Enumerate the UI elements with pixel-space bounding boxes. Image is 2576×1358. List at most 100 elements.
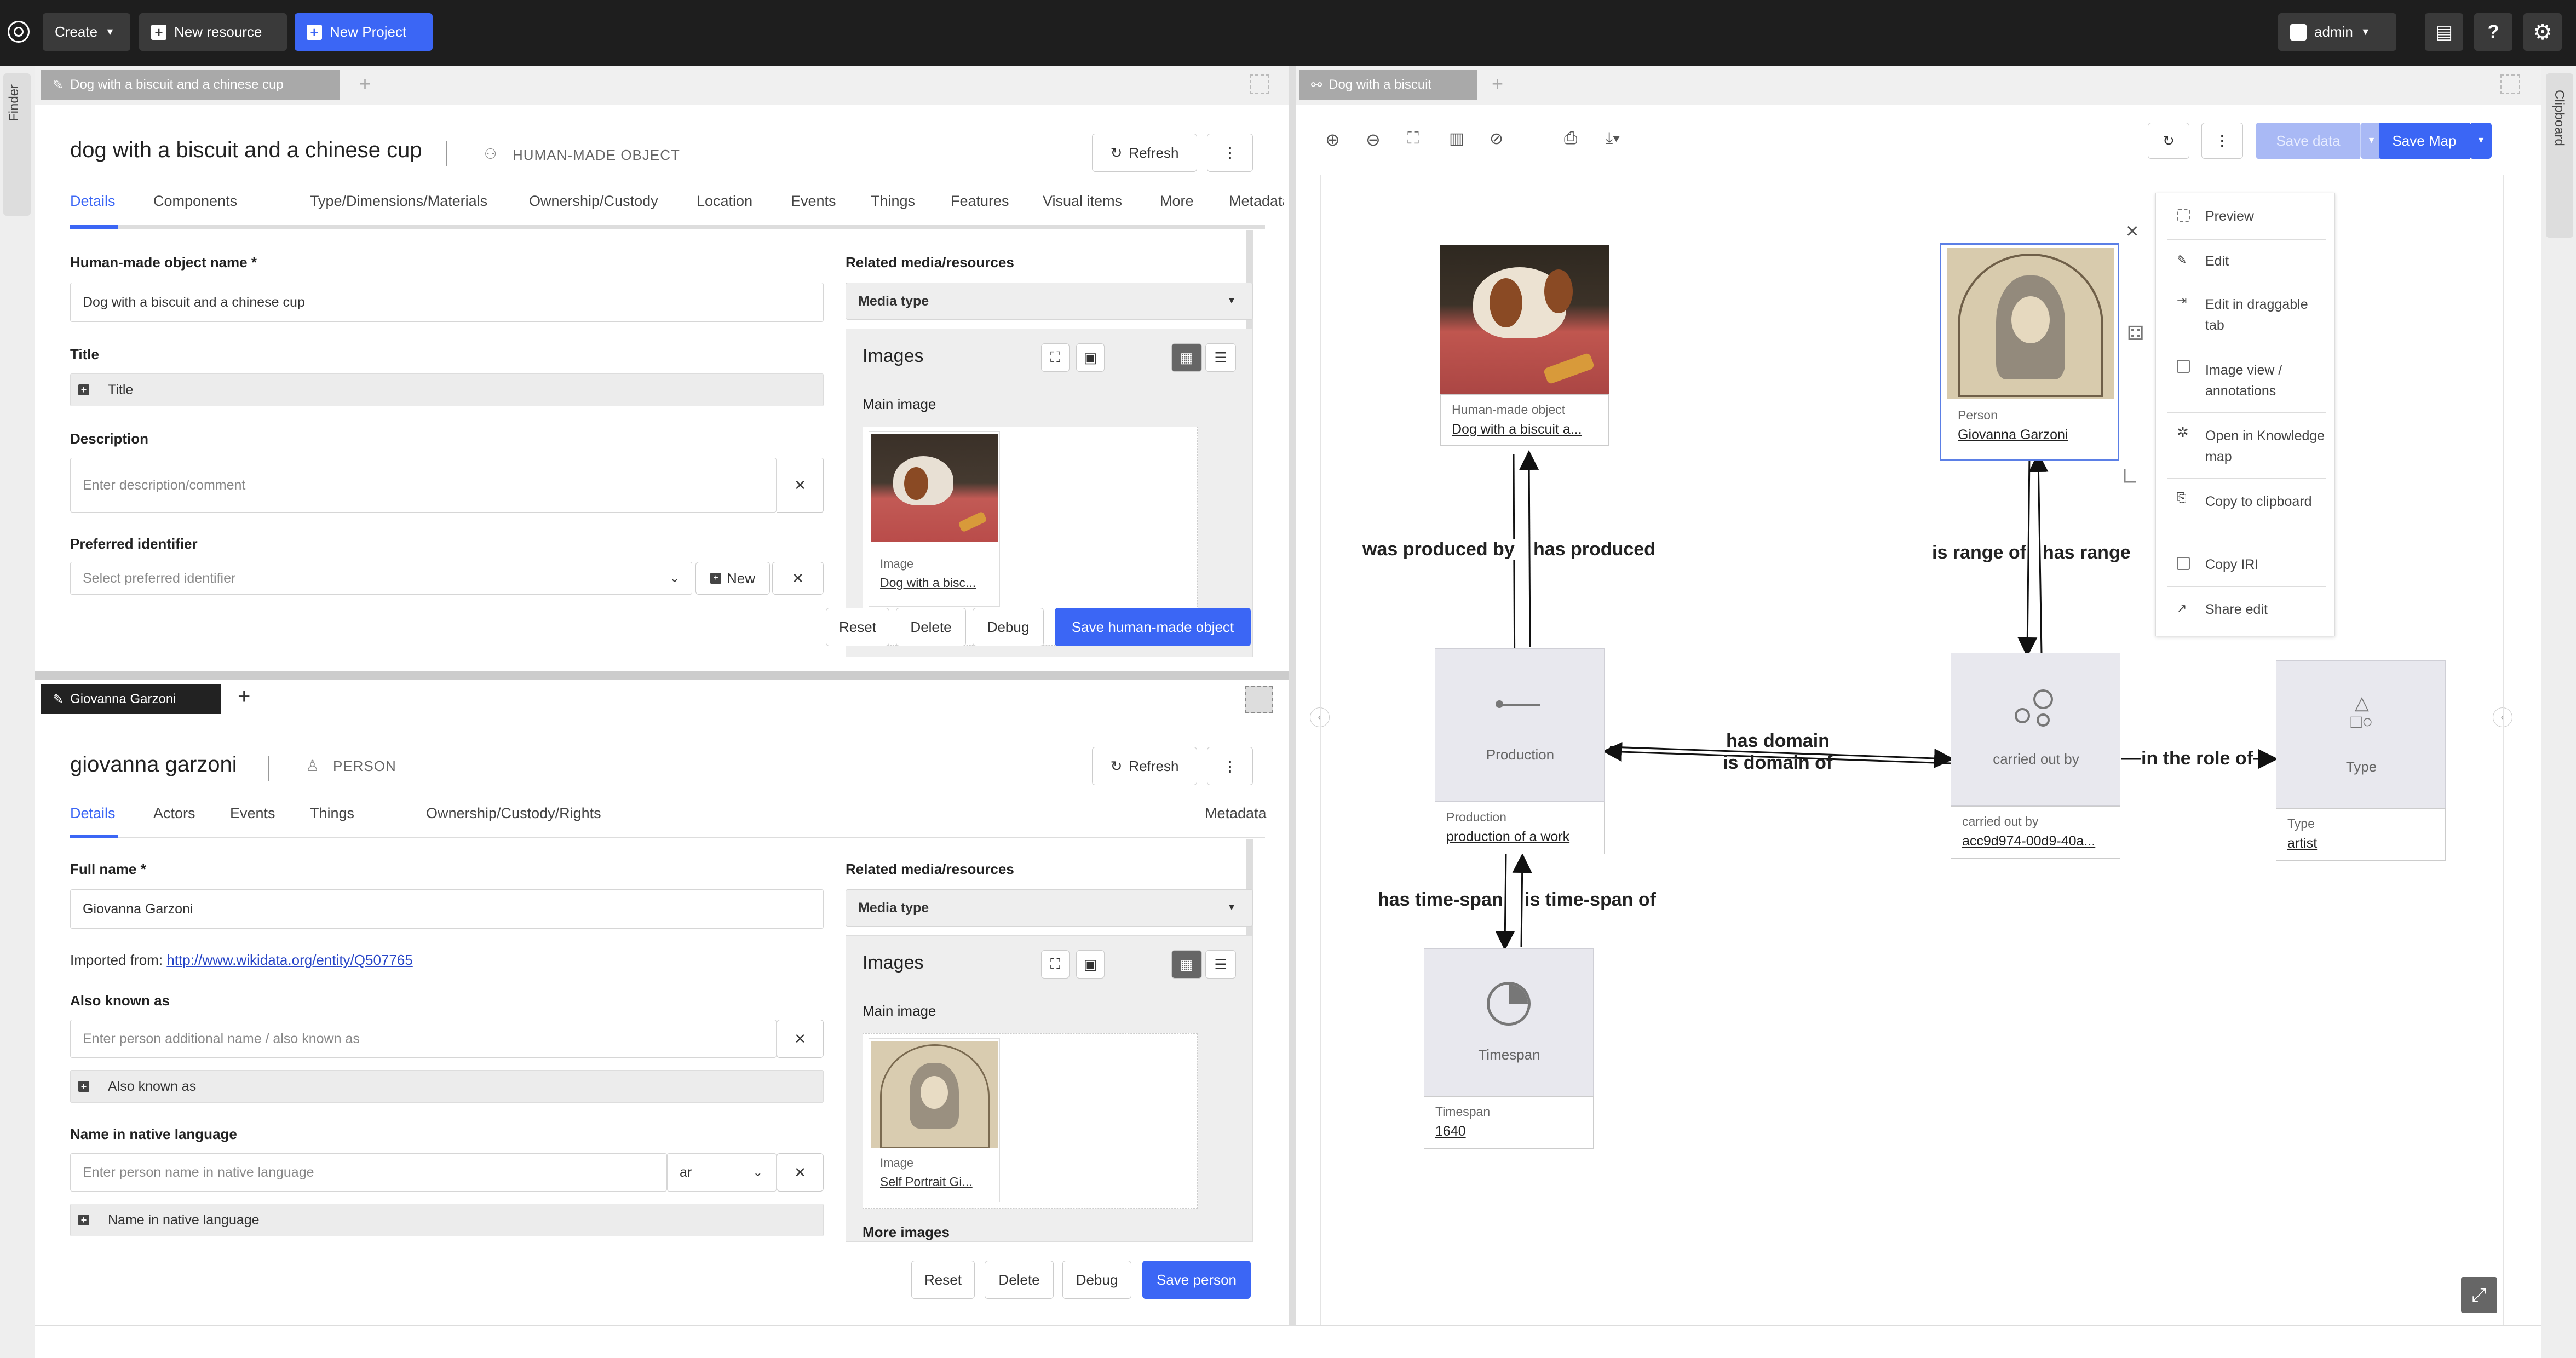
menu-item-knowledge-map[interactable]: ✲ Open in Knowledge map [2156, 416, 2334, 470]
maximize-icon[interactable] [1245, 686, 1273, 713]
maximize-icon[interactable] [1250, 74, 1269, 94]
new-identifier-button[interactable]: + New [695, 562, 770, 595]
description-input[interactable]: Enter description/comment [70, 458, 777, 513]
tab-details[interactable]: Details [70, 805, 116, 822]
grid-view-icon[interactable]: ▦ [1171, 343, 1202, 372]
menu-item-share-edit[interactable]: ↗ Share edit [2156, 590, 2334, 628]
image-card[interactable]: Image Self Portrait Gi... [869, 1038, 1000, 1202]
close-node-icon[interactable]: × [2126, 219, 2138, 244]
clear-description-icon[interactable]: × [777, 458, 824, 513]
finder-sidebar[interactable]: Finder [0, 66, 35, 1358]
add-native-button[interactable]: + Name in native language [70, 1204, 824, 1236]
menu-item-edit[interactable]: ✎ Edit [2156, 243, 2334, 281]
save-object-button[interactable]: Save human-made object [1055, 608, 1251, 646]
clipboard-sidebar[interactable]: Clipboard [2541, 66, 2576, 1358]
node-carried-out-by[interactable]: carried out by carried out by acc9d974-00… [1951, 653, 2120, 859]
save-person-button[interactable]: Save person [1142, 1261, 1251, 1299]
media-type-select[interactable]: Media type ▼ [846, 283, 1253, 320]
tab-components[interactable]: Components [153, 193, 237, 210]
tab-visual-items[interactable]: Visual items [1043, 193, 1122, 210]
new-project-button[interactable]: + New Project [295, 13, 433, 51]
node-name[interactable]: production of a work [1446, 829, 1593, 845]
help-icon[interactable]: ? [2474, 13, 2512, 51]
finder-tab[interactable]: Finder [3, 73, 31, 216]
debug-button[interactable]: Debug [1062, 1261, 1131, 1299]
tab-type-dimensions[interactable]: Type/Dimensions/Materials [310, 193, 487, 210]
tab-dog-object[interactable]: ✎ Dog with a biscuit and a chinese cup [41, 70, 340, 100]
create-button[interactable]: Create ▼ [43, 13, 130, 51]
menu-item-draggable[interactable]: ⇥ Edit in draggable tab [2156, 284, 2334, 339]
image-icon[interactable]: ▣ [1076, 343, 1105, 372]
settings-gear-icon[interactable]: ⚙ [2523, 13, 2562, 51]
clear-native-icon[interactable]: × [777, 1153, 824, 1192]
tab-things[interactable]: Things [310, 805, 354, 822]
menu-item-copy-clipboard[interactable]: ⎘ Copy to clipboard [2156, 481, 2334, 536]
node-type[interactable]: △ □○ Type Type artist [2276, 660, 2446, 866]
image-name[interactable]: Self Portrait Gi... [880, 1175, 973, 1189]
add-title-button[interactable]: + Title [70, 373, 824, 406]
node-name[interactable]: Dog with a biscuit a... [1452, 422, 1597, 438]
new-resource-button[interactable]: + New resource [139, 13, 287, 51]
add-aka-button[interactable]: + Also known as [70, 1070, 824, 1103]
image-card[interactable]: Image Dog with a bisc... [869, 431, 1000, 607]
tab-more[interactable]: More [1160, 193, 1194, 210]
grid-view-icon[interactable]: ▦ [1171, 950, 1202, 979]
node-name[interactable]: Giovanna Garzoni [1958, 427, 2103, 443]
delete-button[interactable]: Delete [896, 608, 966, 646]
add-tab-icon[interactable]: + [359, 72, 371, 95]
native-name-input[interactable]: Enter person name in native language [70, 1153, 667, 1192]
identifier-select[interactable]: Select preferred identifier ⌄ [70, 562, 692, 595]
clear-identifier-icon[interactable]: × [772, 562, 824, 595]
node-name[interactable]: acc9d974-00d9-40a... [1962, 833, 2109, 849]
node-production[interactable]: Production Production production of a wor… [1435, 648, 1605, 854]
node-person[interactable]: Person Giovanna Garzoni [1940, 243, 2119, 461]
clipboard-tab[interactable]: Clipboard [2546, 73, 2573, 238]
image-name[interactable]: Dog with a bisc... [880, 576, 976, 590]
tab-metadata[interactable]: Metadata [1229, 193, 1284, 210]
panel-splitter[interactable] [35, 671, 1289, 680]
menu-item-preview[interactable]: Preview [2156, 193, 2334, 237]
name-input[interactable]: Dog with a biscuit and a chinese cup [70, 283, 824, 322]
tab-ownership[interactable]: Ownership/Custody [529, 193, 658, 210]
tab-events[interactable]: Events [230, 805, 275, 822]
clear-aka-icon[interactable]: × [777, 1020, 824, 1058]
tab-things[interactable]: Things [871, 193, 915, 210]
tab-actors[interactable]: Actors [153, 805, 196, 822]
app-logo-icon[interactable] [8, 21, 30, 43]
user-menu-button[interactable]: admin ▼ [2278, 13, 2396, 51]
image-icon[interactable]: ▣ [1076, 950, 1105, 979]
tab-events[interactable]: Events [791, 193, 836, 210]
node-human-made-object[interactable]: Human-made object Dog with a biscuit a... [1440, 245, 1609, 516]
vertical-splitter[interactable] [1289, 66, 1296, 1325]
node-name[interactable]: artist [2287, 836, 2434, 851]
menu-item-copy-iri[interactable]: Copy IRI [2156, 544, 2334, 582]
reset-button[interactable]: Reset [826, 608, 889, 646]
tab-metadata[interactable]: Metadata [1205, 805, 1267, 822]
tab-location[interactable]: Location [697, 193, 752, 210]
more-options-icon[interactable]: ⋮ [1207, 134, 1253, 172]
chat-icon[interactable]: ▤ [2425, 13, 2463, 51]
expand-icon[interactable]: ⤢ [2461, 1277, 2497, 1313]
tab-giovanna[interactable]: ✎ Giovanna Garzoni [41, 684, 221, 714]
node-timespan[interactable]: Timespan Timespan 1640 [1424, 948, 1594, 1154]
delete-button[interactable]: Delete [985, 1261, 1054, 1299]
refresh-button[interactable]: ↻ Refresh [1092, 134, 1197, 172]
aka-input[interactable]: Enter person additional name / also know… [70, 1020, 777, 1058]
debug-button[interactable]: Debug [973, 608, 1044, 646]
refresh-button[interactable]: ↻ Refresh [1092, 747, 1197, 785]
full-name-input[interactable]: Giovanna Garzoni [70, 889, 824, 929]
menu-item-image-view[interactable]: Image view / annotations [2156, 350, 2334, 405]
media-type-select[interactable]: Media type ▼ [846, 889, 1253, 927]
tab-details[interactable]: Details [70, 193, 116, 210]
add-tab-icon[interactable]: + [238, 684, 250, 709]
tab-ownership-rights[interactable]: Ownership/Custody/Rights [426, 805, 601, 822]
list-view-icon[interactable]: ☰ [1205, 950, 1236, 979]
more-options-icon[interactable]: ⋮ [1207, 747, 1253, 785]
reset-button[interactable]: Reset [911, 1261, 975, 1299]
wikidata-link[interactable]: http://www.wikidata.org/entity/Q507765 [166, 952, 412, 968]
list-view-icon[interactable]: ☰ [1205, 343, 1236, 372]
fullscreen-icon[interactable]: ⛶ [1041, 343, 1070, 372]
node-name[interactable]: 1640 [1435, 1124, 1582, 1140]
connect-handle-icon[interactable]: ⚃ [2127, 322, 2144, 345]
language-select[interactable]: ar ⌄ [667, 1153, 777, 1192]
